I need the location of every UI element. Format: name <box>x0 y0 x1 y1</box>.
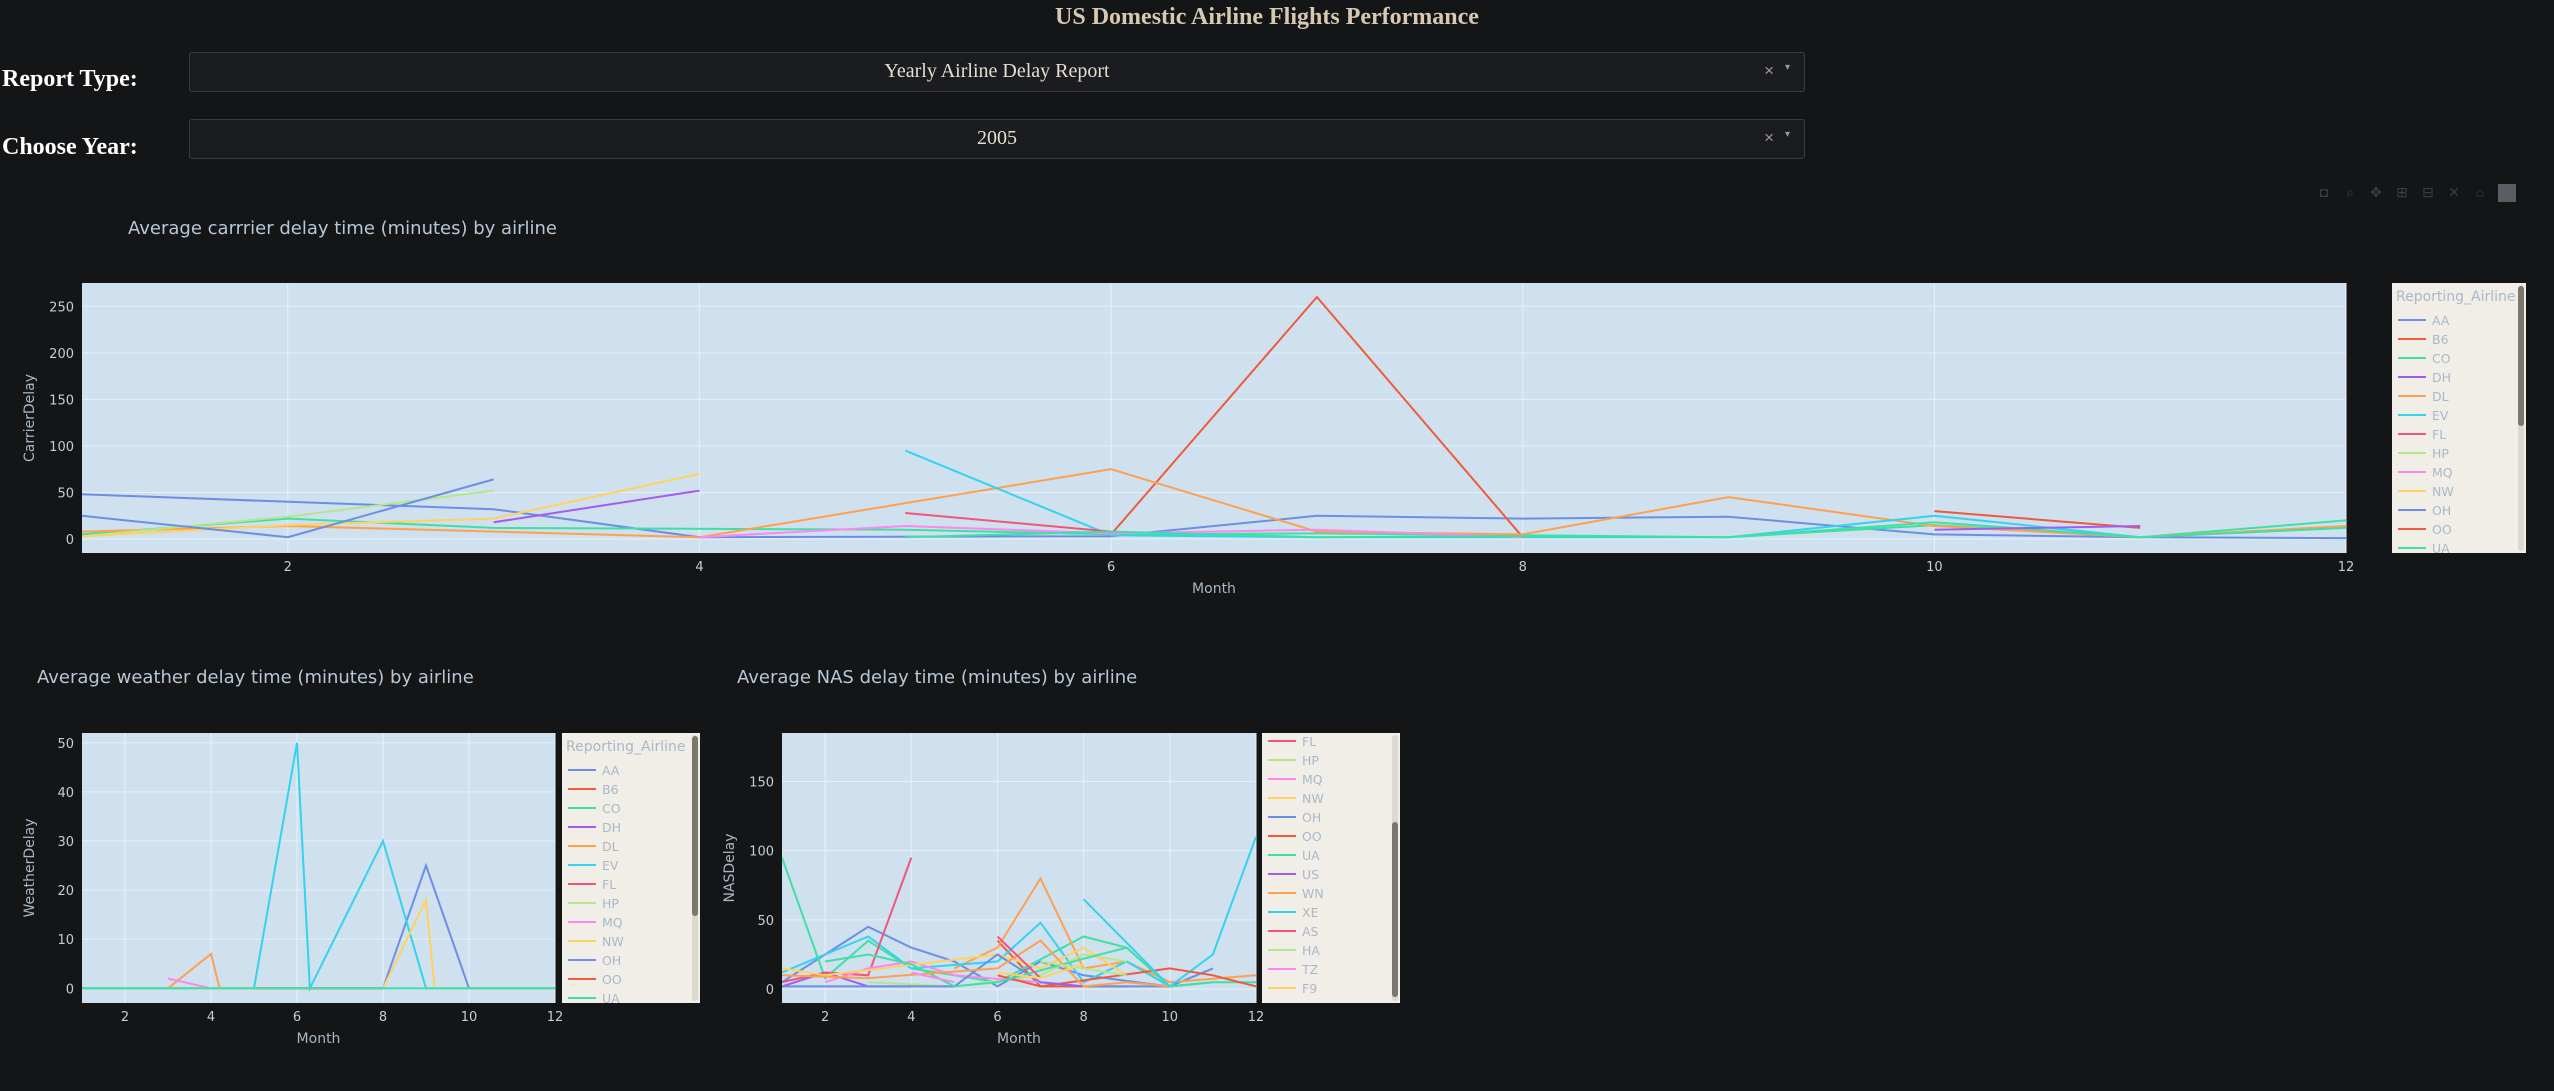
y-tick-label: 10 <box>57 933 74 948</box>
legend-item: FL <box>1302 734 1316 749</box>
legend-item: AA <box>2432 313 2450 328</box>
legend-item: OO <box>1302 829 1322 844</box>
legend-item: US <box>1302 867 1319 882</box>
x-tick-label: 6 <box>993 1010 1001 1025</box>
x-tick-label: 12 <box>2338 560 2355 575</box>
legend-item: NW <box>602 934 624 949</box>
y-tick-label: 100 <box>49 440 74 455</box>
legend-item: NW <box>1302 791 1324 806</box>
y-tick-label: 100 <box>749 845 774 860</box>
x-axis-label: Month <box>297 1031 341 1047</box>
y-axis-label: WeatherDelay <box>22 818 38 917</box>
chart-title: Average NAS delay time (minutes) by airl… <box>737 667 1137 688</box>
x-tick-label: 10 <box>1162 1010 1179 1025</box>
x-tick-label: 8 <box>1079 1010 1087 1025</box>
y-tick-label: 50 <box>57 737 74 752</box>
legend-item: OH <box>602 953 621 968</box>
legend-box <box>562 733 700 1003</box>
x-tick-label: 2 <box>284 560 292 575</box>
x-tick-label: 8 <box>1519 560 1527 575</box>
x-tick-label: 10 <box>1926 560 1943 575</box>
x-tick-label: 4 <box>695 560 703 575</box>
legend-item: CO <box>2432 351 2451 366</box>
y-tick-label: 50 <box>757 914 774 929</box>
y-tick-label: 200 <box>49 347 74 362</box>
y-tick-label: 20 <box>57 884 74 899</box>
legend-item: DH <box>602 820 621 835</box>
legend-box <box>1262 733 1400 1003</box>
plot-area <box>82 733 555 1003</box>
legend-item: UA <box>602 991 620 1006</box>
y-tick-label: 150 <box>749 775 774 790</box>
legend-item: FL <box>602 877 616 892</box>
chart-title: Average carrrier delay time (minutes) by… <box>128 218 557 239</box>
legend-item: NW <box>2432 484 2454 499</box>
legend-item: MQ <box>1302 772 1323 787</box>
legend-item: FL <box>2432 427 2446 442</box>
legend-item: XE <box>1302 905 1319 920</box>
y-tick-label: 0 <box>66 533 74 548</box>
chart-title: Average weather delay time (minutes) by … <box>37 667 474 688</box>
legend-item: HP <box>1302 753 1319 768</box>
legend-item: DL <box>2432 389 2449 404</box>
y-tick-label: 40 <box>57 786 74 801</box>
legend-title: Reporting_Airline <box>566 739 686 755</box>
y-tick-label: 150 <box>49 393 74 408</box>
x-tick-label: 6 <box>293 1010 301 1025</box>
y-tick-label: 50 <box>57 486 74 501</box>
y-tick-label: 250 <box>49 300 74 315</box>
x-tick-label: 2 <box>821 1010 829 1025</box>
legend-item: AA <box>602 763 620 778</box>
legend-item: TZ <box>1301 962 1318 977</box>
legend-item: DH <box>2432 370 2451 385</box>
x-tick-label: 4 <box>907 1010 915 1025</box>
x-tick-label: 6 <box>1107 560 1115 575</box>
legend-item: B6 <box>2432 332 2449 347</box>
x-tick-label: 8 <box>379 1010 387 1025</box>
x-tick-label: 12 <box>1248 1010 1265 1025</box>
legend-item: MQ <box>602 915 623 930</box>
legend-item: MQ <box>2432 465 2453 480</box>
legend-item: WN <box>1302 886 1324 901</box>
legend-scrollbar-thumb[interactable] <box>2518 286 2524 426</box>
legend-item: OO <box>602 972 622 987</box>
y-axis-label: CarrierDelay <box>22 374 38 462</box>
legend-scrollbar-thumb[interactable] <box>1392 822 1398 997</box>
y-axis-label: NASDelay <box>722 833 738 902</box>
legend-item: OO <box>2432 522 2452 537</box>
legend-item: B6 <box>602 782 619 797</box>
legend-title: Reporting_Airline <box>2396 289 2516 305</box>
y-tick-label: 0 <box>66 982 74 997</box>
legend-item: OH <box>2432 503 2451 518</box>
x-tick-label: 10 <box>461 1010 478 1025</box>
x-tick-label: 12 <box>547 1010 564 1025</box>
legend-item: OH <box>1302 810 1321 825</box>
legend-item: CO <box>602 801 621 816</box>
legend-item: F9 <box>1302 981 1317 996</box>
x-tick-label: 2 <box>121 1010 129 1025</box>
legend-item: AS <box>1302 924 1319 939</box>
legend-item: HP <box>2432 446 2449 461</box>
plot-area <box>82 283 2346 553</box>
legend-item: EV <box>2432 408 2449 423</box>
legend-scrollbar-thumb[interactable] <box>692 736 698 916</box>
legend-item: HA <box>1302 943 1320 958</box>
legend-item: HP <box>602 896 619 911</box>
legend-item: EV <box>602 858 619 873</box>
charts-canvas: Average carrrier delay time (minutes) by… <box>22 218 2526 1047</box>
x-axis-label: Month <box>1192 581 1236 597</box>
y-tick-label: 0 <box>766 983 774 998</box>
legend-item: UA <box>1302 848 1320 863</box>
legend-box <box>2392 283 2526 553</box>
x-axis-label: Month <box>997 1031 1041 1047</box>
x-tick-label: 4 <box>207 1010 215 1025</box>
legend-item: DL <box>602 839 619 854</box>
legend-item: UA <box>2432 541 2450 556</box>
y-tick-label: 30 <box>57 835 74 850</box>
